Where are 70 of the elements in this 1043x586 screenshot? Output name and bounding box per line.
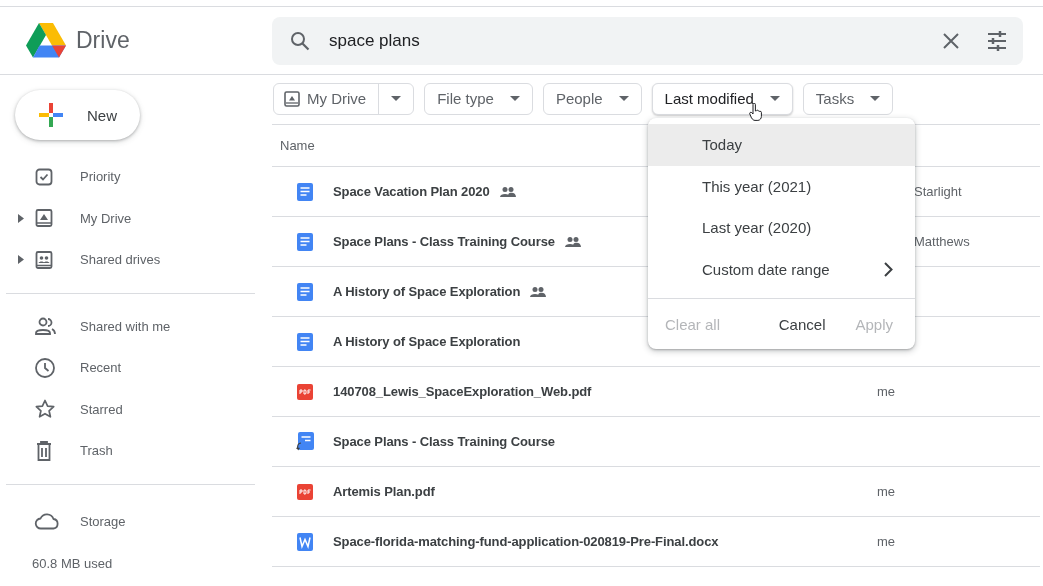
app-name: Drive — [76, 27, 130, 54]
filter-chip[interactable]: People — [542, 82, 642, 115]
file-name[interactable]: Space Vacation Plan 2020 — [333, 184, 490, 199]
nav-item[interactable]: Trash — [80, 443, 113, 459]
nav-item[interactable]: Starred — [80, 401, 123, 417]
pdf-icon — [296, 483, 313, 500]
pdf-icon — [296, 383, 313, 400]
filter-chip[interactable]: File type — [424, 82, 533, 115]
document-icon — [296, 332, 313, 351]
file-name[interactable]: 140708_Lewis_SpaceExploration_Web.pdf — [333, 384, 592, 399]
nav-item[interactable]: Shared drives — [80, 252, 161, 268]
shared-drive-icon — [34, 249, 54, 270]
owner-cell: me — [877, 534, 896, 549]
storage-usage: 60.8 MB used — [32, 556, 114, 571]
nav-item[interactable]: Recent — [80, 360, 122, 376]
document-icon — [296, 282, 313, 301]
owner-cell: Matthews — [914, 234, 970, 249]
owner-cell: me — [877, 384, 896, 399]
drive-logo-icon — [26, 23, 66, 58]
dropdown-arrow-icon — [509, 96, 520, 101]
file-name[interactable]: Space-florida-matching-fund-application-020819-Pre-Final.docx — [333, 534, 719, 549]
file-name[interactable]: Artemis Plan.pdf — [333, 484, 435, 499]
trash-icon — [34, 439, 54, 462]
menu-item[interactable]: Last year (2020) — [648, 207, 915, 249]
word-document-icon — [296, 532, 313, 551]
filter-chip[interactable]: Tasks — [802, 82, 894, 115]
caret-icon[interactable] — [18, 213, 24, 223]
column-header[interactable]: Name — [280, 138, 315, 153]
file-name[interactable]: A History of Space Exploration — [333, 334, 521, 349]
menu-item[interactable]: Today — [648, 124, 915, 166]
search-input[interactable]: space plans — [329, 30, 923, 51]
dropdown-arrow-icon — [870, 96, 881, 101]
close-icon[interactable] — [943, 32, 959, 49]
menu-action-button[interactable]: Cancel — [778, 315, 826, 333]
nav-item[interactable]: Priority — [80, 169, 121, 185]
nav-item[interactable]: Storage — [80, 513, 126, 529]
star-icon — [34, 398, 56, 421]
shared-icon — [499, 186, 516, 197]
file-name[interactable]: Space Plans - Class Training Course — [333, 434, 555, 449]
shared-icon — [530, 286, 547, 297]
shared-icon — [564, 236, 581, 247]
dropdown-arrow-icon — [618, 96, 629, 101]
document-icon — [296, 232, 313, 251]
search-icon — [290, 30, 310, 51]
filter-chip[interactable]: Last modified — [651, 82, 793, 115]
chevron-right-icon — [884, 261, 893, 277]
drive-icon — [34, 208, 54, 229]
shortcut-document-icon — [295, 431, 314, 452]
caret-icon[interactable] — [18, 255, 24, 265]
document-icon — [296, 182, 313, 201]
file-name[interactable]: A History of Space Exploration — [333, 284, 521, 299]
clock-icon — [34, 356, 56, 379]
owner-cell: me — [877, 484, 896, 499]
dropdown-arrow-icon — [391, 96, 402, 101]
cloud-icon — [34, 512, 60, 531]
nav-item[interactable]: Shared with me — [80, 318, 171, 334]
checkbox-icon — [34, 166, 54, 187]
menu-item[interactable]: Custom date range — [648, 248, 915, 290]
owner-cell: Starlight — [914, 184, 962, 199]
nav-item[interactable]: My Drive — [80, 210, 132, 226]
new-button[interactable]: New — [15, 90, 140, 140]
dropdown-arrow-icon — [769, 96, 780, 101]
search-field[interactable]: space plans — [272, 16, 1023, 65]
file-name[interactable]: Space Plans - Class Training Course — [333, 234, 555, 249]
menu-item[interactable]: This year (2021) — [648, 165, 915, 207]
people-icon — [34, 316, 58, 337]
filter-settings-icon[interactable] — [987, 30, 1007, 51]
location-chip[interactable]: My Drive — [273, 82, 415, 115]
drive-icon — [284, 90, 300, 107]
plus-icon — [39, 103, 63, 127]
